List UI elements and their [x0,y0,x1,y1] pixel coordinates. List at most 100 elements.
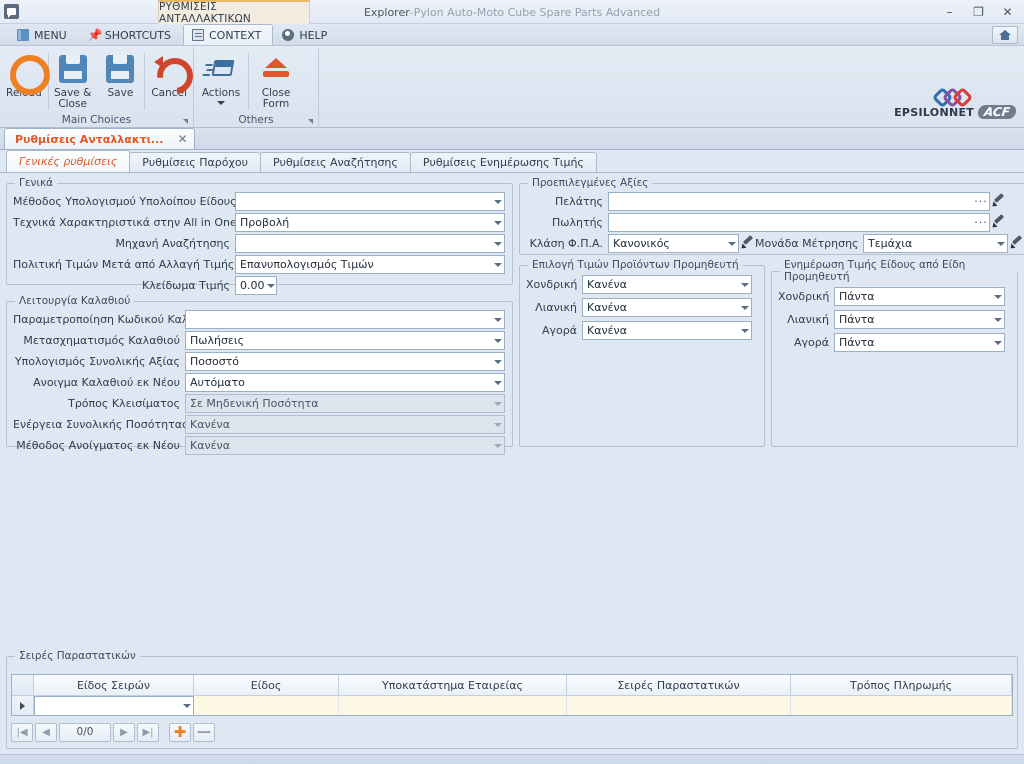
system-menu-icon[interactable] [4,4,19,19]
tab-search-settings[interactable]: Ρυθμίσεις Αναζήτησης [259,152,411,172]
chevron-down-icon[interactable] [491,256,504,273]
pencil-icon[interactable] [991,192,1006,211]
chevron-down-icon[interactable] [738,276,751,293]
menu-tab-help-label: HELP [299,28,328,42]
close-icon[interactable]: ✕ [177,132,187,146]
ellipsis-icon[interactable]: ··· [973,216,989,229]
chevron-down-icon[interactable] [491,416,504,433]
column-header-series-type[interactable]: Είδος Σειρών [34,675,194,695]
document-series-caption: Σειρές Παραστατικών [19,650,136,662]
last-record-button[interactable]: ▶| [137,722,159,742]
supplier-purchase-combo[interactable]: Κανένα [582,321,752,340]
tech-specs-allinone-combo[interactable]: Προβολή [235,213,505,232]
first-record-button[interactable]: |◀ [11,722,33,742]
update-purchase-combo[interactable]: Πάντα [834,333,1005,352]
column-header-payment-method[interactable]: Τρόπος Πληρωμής [791,675,1012,695]
grid-navigator: |◀ ◀ 0/0 ▶ ▶| ✚ — [11,720,215,744]
chevron-down-icon[interactable] [265,277,278,294]
tab-provider-settings[interactable]: Ρυθμίσεις Παρόχου [129,152,261,172]
chevron-down-icon[interactable] [491,332,504,349]
chevron-down-icon[interactable] [491,193,504,210]
ribbon-group-others-caption[interactable]: Others [194,112,318,127]
chevron-down-icon[interactable] [994,235,1007,252]
column-header-item[interactable]: Είδος [194,675,339,695]
total-quantity-action-combo[interactable]: Κανένα [185,415,505,434]
field-row: Κλάση Φ.Π.Α. Κανονικός Μονάδα Μέτρησης Τ… [526,233,1024,254]
ellipsis-icon[interactable]: ··· [973,195,989,208]
chevron-down-icon[interactable] [491,437,504,454]
chevron-down-icon[interactable] [991,311,1004,328]
cart-code-config-combo[interactable] [185,310,505,329]
vat-class-combo[interactable]: Κανονικός [608,234,739,253]
cell-company-branch[interactable] [339,696,567,715]
chevron-down-icon[interactable] [991,288,1004,305]
home-button[interactable] [992,26,1018,44]
field-row: Χονδρική Πάντα [778,286,1011,307]
menu-tab-shortcuts[interactable]: 📌 SHORTCUTS [79,24,183,45]
pencil-icon[interactable] [991,213,1006,232]
restore-button[interactable]: ❐ [964,1,993,23]
reopen-method-combo[interactable]: Κανένα [185,436,505,455]
column-header-company-branch[interactable]: Υποκατάστημα Εταιρείας [339,675,567,695]
reload-button[interactable]: Reload [0,49,48,112]
chevron-down-icon[interactable] [738,299,751,316]
pencil-icon[interactable] [1009,234,1024,253]
chevron-down-icon[interactable] [491,353,504,370]
menu-tab-help[interactable]: HELP [273,24,339,45]
cancel-button[interactable]: Cancel [145,49,193,112]
update-wholesale-combo[interactable]: Πάντα [834,287,1005,306]
remove-record-button[interactable]: — [193,722,215,742]
supplier-wholesale-combo[interactable]: Κανένα [582,275,752,294]
cell-document-series[interactable] [567,696,791,715]
chevron-down-icon[interactable] [991,334,1004,351]
update-retail-combo[interactable]: Πάντα [834,310,1005,329]
chevron-down-icon[interactable] [491,395,504,412]
price-policy-combo[interactable]: Επανυπολογισμός Τιμών [235,255,505,274]
context-tab-header[interactable]: ΡΥΘΜΙΣΕΙΣ ΑΝΤΑΛΛΑΚΤΙΚΩΝ [158,0,310,25]
price-lock-stepper[interactable]: 0.00 [235,276,277,295]
close-form-button[interactable]: Close Form [249,49,303,112]
close-button[interactable]: ✕ [993,1,1022,23]
search-engine-combo[interactable] [235,234,505,253]
pencil-icon[interactable] [740,234,755,253]
cart-code-config-label: Παραμετροποίηση Κωδικού Καλαθιού [13,313,220,326]
next-record-button[interactable]: ▶ [113,722,135,742]
supplier-retail-combo[interactable]: Κανένα [582,298,752,317]
cell-item[interactable] [194,696,339,715]
chevron-down-icon[interactable] [217,101,225,105]
minimize-button[interactable]: – [935,1,964,23]
cart-reopen-combo[interactable]: Αυτόματο [185,373,505,392]
chevron-down-icon[interactable] [491,374,504,391]
previous-record-button[interactable]: ◀ [35,722,57,742]
document-tab[interactable]: Ρυθμίσεις Ανταλλακτι... ✕ [4,128,195,149]
seller-lookup-input[interactable]: ··· [608,213,990,232]
chevron-down-icon[interactable] [491,214,504,231]
chevron-down-icon[interactable] [738,322,751,339]
actions-icon [205,53,237,85]
ribbon-group-main-choices-caption[interactable]: Main Choices [0,112,193,127]
stock-calc-method-combo[interactable] [235,192,505,211]
customer-lookup-input[interactable]: ··· [608,192,990,211]
column-header-document-series[interactable]: Σειρές Παραστατικών [567,675,791,695]
grid-header-indicator [12,675,34,695]
chevron-down-icon[interactable] [725,235,738,252]
tab-general-settings[interactable]: Γενικές ρυθμίσεις [6,150,131,172]
table-row[interactable] [12,696,1012,715]
chevron-down-icon[interactable] [491,311,504,328]
cell-payment-method[interactable] [791,696,1012,715]
add-record-button[interactable]: ✚ [169,722,191,742]
actions-button[interactable]: Actions [194,49,248,112]
total-value-calc-combo[interactable]: Ποσοστό [185,352,505,371]
menu-tab-context[interactable]: CONTEXT [183,24,274,45]
tab-price-update-settings[interactable]: Ρυθμίσεις Ενημέρωσης Τιμής [409,152,597,172]
chevron-down-icon[interactable] [491,235,504,252]
measure-unit-combo[interactable]: Τεμάχια [863,234,1008,253]
chevron-down-icon[interactable] [180,697,193,715]
document-series-grid[interactable]: Είδος Σειρών Είδος Υποκατάστημα Εταιρεία… [11,674,1013,716]
cart-transform-combo[interactable]: Πωλήσεις [185,331,505,350]
menu-tab-menu[interactable]: MENU [8,24,79,45]
cell-series-type[interactable] [34,696,194,715]
save-button[interactable]: Save [97,49,145,112]
closing-method-combo[interactable]: Σε Μηδενική Ποσότητα [185,394,505,413]
save-and-close-button[interactable]: Save & Close [49,49,97,112]
